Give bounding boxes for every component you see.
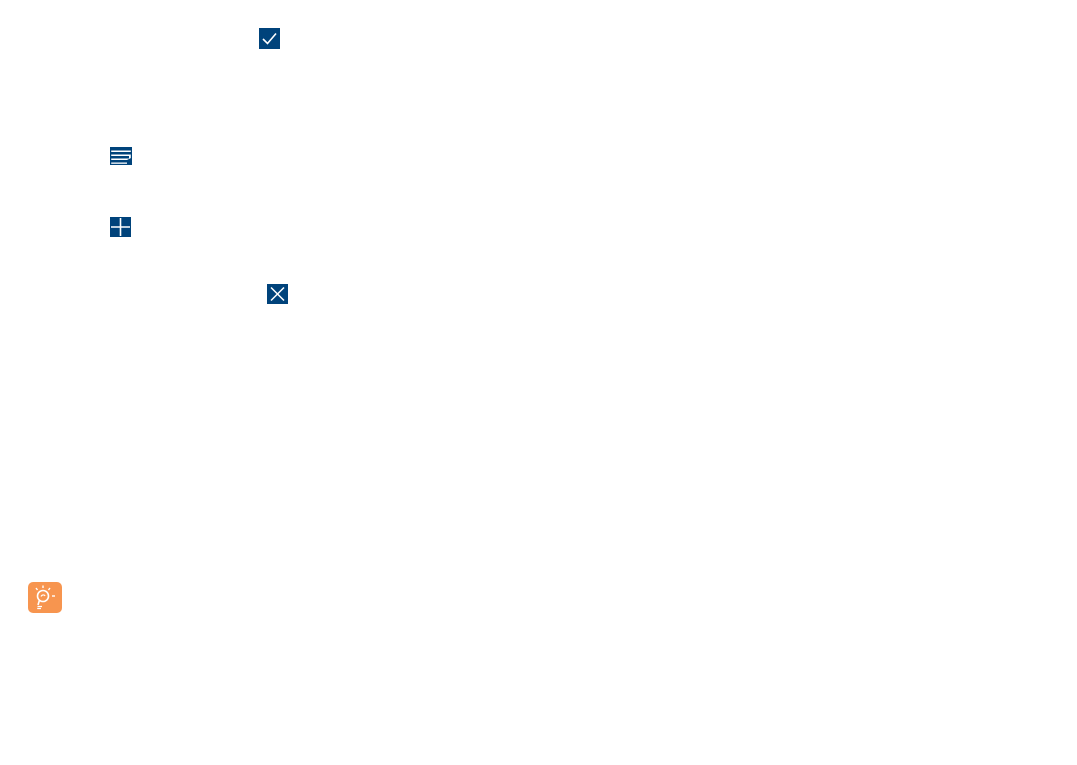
tip-lightbulb-icon: [28, 582, 62, 613]
close-icon: [267, 284, 288, 304]
check-icon: [259, 28, 280, 49]
menu-icon: [110, 147, 132, 165]
plus-icon: [110, 217, 131, 237]
